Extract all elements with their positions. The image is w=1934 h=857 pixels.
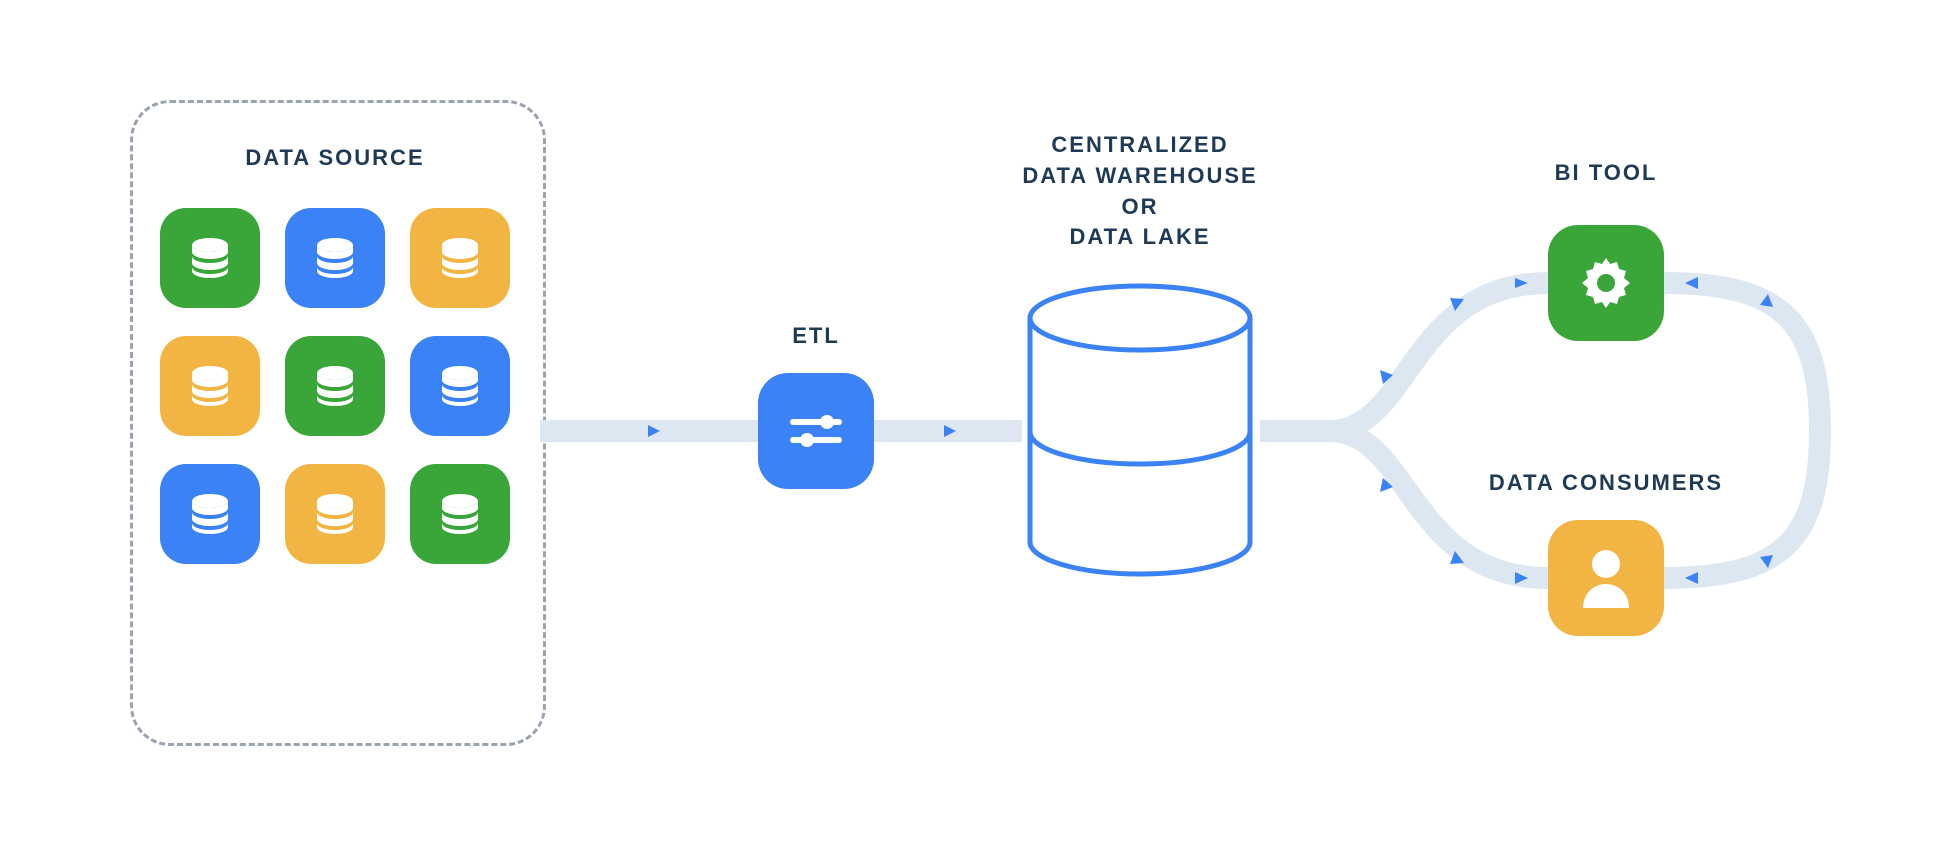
data-source-tile bbox=[410, 464, 510, 564]
warehouse-title-line: DATA LAKE bbox=[1069, 224, 1210, 249]
warehouse-title-line: DATA WAREHOUSE bbox=[1022, 163, 1257, 188]
data-source-tile bbox=[410, 208, 510, 308]
etl-title: ETL bbox=[758, 323, 874, 349]
data-source-tile bbox=[160, 208, 260, 308]
user-icon bbox=[1575, 542, 1637, 614]
data-warehouse-icon bbox=[1020, 282, 1260, 582]
data-consumers-node bbox=[1548, 520, 1664, 636]
bi-tool-title: BI TOOL bbox=[1508, 160, 1704, 186]
database-icon bbox=[187, 491, 233, 537]
data-source-tile bbox=[285, 336, 385, 436]
warehouse-title-line: OR bbox=[1122, 194, 1159, 219]
database-icon bbox=[187, 235, 233, 281]
data-source-grid bbox=[160, 208, 510, 564]
database-icon bbox=[187, 363, 233, 409]
data-source-tile bbox=[285, 208, 385, 308]
gear-icon bbox=[1575, 252, 1637, 314]
data-consumers-title: DATA CONSUMERS bbox=[1478, 470, 1734, 496]
warehouse-title-line: CENTRALIZED bbox=[1051, 132, 1228, 157]
data-source-tile bbox=[160, 464, 260, 564]
sliders-icon bbox=[785, 400, 847, 462]
etl-node bbox=[758, 373, 874, 489]
diagram-stage: DATA SOURCE ETL bbox=[0, 0, 1934, 857]
data-source-title: DATA SOURCE bbox=[130, 145, 540, 171]
bi-tool-node bbox=[1548, 225, 1664, 341]
database-icon bbox=[312, 491, 358, 537]
data-source-tile bbox=[285, 464, 385, 564]
flow-source-to-etl bbox=[540, 419, 760, 443]
database-icon bbox=[437, 491, 483, 537]
data-source-tile bbox=[410, 336, 510, 436]
database-icon bbox=[437, 235, 483, 281]
flow-etl-to-warehouse bbox=[874, 419, 1022, 443]
warehouse-title: CENTRALIZED DATA WAREHOUSE OR DATA LAKE bbox=[980, 130, 1300, 253]
data-source-tile bbox=[160, 336, 260, 436]
database-icon bbox=[312, 363, 358, 409]
database-icon bbox=[437, 363, 483, 409]
database-icon bbox=[312, 235, 358, 281]
